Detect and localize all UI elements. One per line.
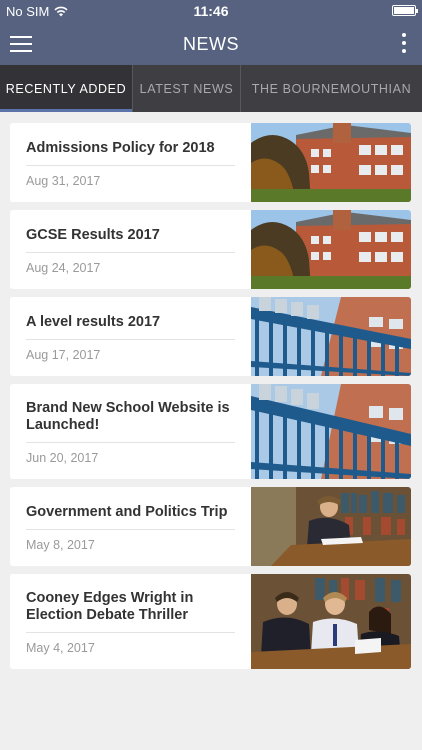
more-options-icon[interactable] <box>400 32 408 54</box>
news-date: Aug 31, 2017 <box>26 174 101 188</box>
divider <box>26 442 235 443</box>
news-thumbnail <box>251 210 411 289</box>
news-card[interactable]: A level results 2017 Aug 17, 2017 <box>10 297 411 376</box>
tab-label: RECENTLY ADDED <box>5 81 127 96</box>
status-bar: No SIM 11:46 <box>0 0 422 22</box>
news-title: Admissions Policy for 2018 <box>26 140 215 156</box>
news-card[interactable]: Cooney Edges Wright in Election Debate T… <box>10 574 411 669</box>
news-date: Aug 17, 2017 <box>26 348 101 362</box>
divider <box>26 632 235 633</box>
tab-label: THE BOURNEMOUTHIAN <box>251 81 412 96</box>
divider <box>26 339 235 340</box>
news-title: GCSE Results 2017 <box>26 227 160 243</box>
news-thumbnail <box>251 123 411 202</box>
news-card[interactable]: Admissions Policy for 2018 Aug 31, 2017 <box>10 123 411 202</box>
news-card[interactable]: GCSE Results 2017 Aug 24, 2017 <box>10 210 411 289</box>
news-thumbnail <box>251 297 411 376</box>
news-title: Government and Politics Trip <box>26 504 228 520</box>
divider <box>26 529 235 530</box>
news-thumbnail <box>251 384 411 479</box>
tab-label: LATEST NEWS <box>139 81 234 96</box>
tab-recently-added[interactable]: RECENTLY ADDED <box>0 65 133 112</box>
news-title: A level results 2017 <box>26 314 161 330</box>
news-date: May 4, 2017 <box>26 641 95 655</box>
news-card[interactable]: Brand New School Website is Launched! Ju… <box>10 384 411 479</box>
tab-the-bournemouthian[interactable]: THE BOURNEMOUTHIAN <box>241 65 422 112</box>
news-title: Cooney Edges Wright in Election Debate T… <box>26 590 194 623</box>
page-title: NEWS <box>183 34 239 54</box>
news-thumbnail <box>251 487 411 566</box>
tab-latest-news[interactable]: LATEST NEWS <box>133 65 241 112</box>
news-list: Admissions Policy for 2018 Aug 31, 2017 <box>10 123 411 677</box>
divider <box>26 252 235 253</box>
news-thumbnail <box>251 574 411 669</box>
nav-bar: NEWS <box>0 22 422 65</box>
tab-bar: RECENTLY ADDED LATEST NEWS THE BOURNEMOU… <box>0 65 422 112</box>
news-date: Jun 20, 2017 <box>26 451 99 465</box>
news-card[interactable]: Government and Politics Trip May 8, 2017 <box>10 487 411 566</box>
news-date: Aug 24, 2017 <box>26 261 101 275</box>
divider <box>26 165 235 166</box>
news-date: May 8, 2017 <box>26 538 95 552</box>
news-title: Brand New School Website is Launched! <box>26 400 230 433</box>
battery-icon <box>392 5 418 16</box>
clock: 11:46 <box>193 3 229 19</box>
